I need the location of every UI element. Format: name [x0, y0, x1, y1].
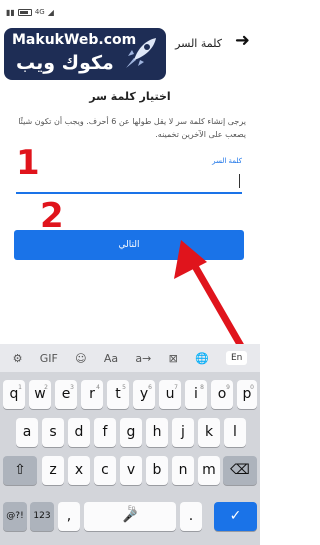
key-x[interactable]: x: [68, 456, 90, 485]
send-key[interactable]: ✓: [214, 502, 257, 531]
password-input[interactable]: [16, 164, 242, 194]
key-w[interactable]: w2: [29, 380, 51, 409]
space-key[interactable]: En 🎤: [84, 502, 176, 531]
period-key[interactable]: .: [180, 502, 202, 531]
key-n[interactable]: n: [172, 456, 194, 485]
key-m[interactable]: m: [198, 456, 220, 485]
key-k[interactable]: k: [198, 418, 220, 447]
battery-icon: [17, 8, 32, 16]
clipboard-icon[interactable]: ⊠: [169, 352, 178, 365]
key-f[interactable]: f: [94, 418, 116, 447]
translate-icon[interactable]: a→: [135, 352, 151, 365]
key-a[interactable]: a: [16, 418, 38, 447]
key-j[interactable]: j: [172, 418, 194, 447]
status-bar: ▮▮ 4G ◢: [0, 0, 260, 24]
space-language-label: En: [127, 505, 136, 512]
annotation-number-2: 2: [40, 196, 64, 236]
font-icon[interactable]: Aa: [104, 352, 118, 365]
page-description: يرجى إنشاء كلمة سر لا يقل طولها عن 6 أحر…: [18, 117, 246, 139]
key-u[interactable]: u7: [159, 380, 181, 409]
keyboard: q1 w2 e3 r4 t5 y6 u7 i8 o9 p0 a s d f g …: [0, 372, 260, 545]
emoji-icon[interactable]: ☺: [75, 352, 86, 365]
back-arrow-icon[interactable]: ➜: [235, 32, 250, 50]
key-l[interactable]: l: [224, 418, 246, 447]
keyboard-settings-icon[interactable]: ⚙: [13, 352, 23, 365]
language-en-button[interactable]: En: [225, 351, 248, 365]
key-y[interactable]: y6: [133, 380, 155, 409]
text-caret: [239, 174, 240, 188]
backspace-key[interactable]: ⌫: [223, 456, 257, 485]
app-bar-title: كلمة السر: [175, 37, 222, 50]
keyboard-toolbar: ⚙ GIF ☺ Aa a→ ⊠ 🌐 En: [0, 344, 260, 372]
key-i[interactable]: i8: [185, 380, 207, 409]
key-g[interactable]: g: [120, 418, 142, 447]
network-type: 4G: [34, 8, 45, 16]
symbols-key[interactable]: @?!: [3, 502, 27, 531]
key-z[interactable]: z: [42, 456, 64, 485]
key-s[interactable]: s: [42, 418, 64, 447]
logo-english-text: MakukWeb.com: [12, 32, 137, 48]
annotation-number-1: 1: [16, 143, 40, 183]
key-e[interactable]: e3: [55, 380, 77, 409]
key-p[interactable]: p0: [237, 380, 257, 409]
key-q[interactable]: q1: [3, 380, 25, 409]
key-t[interactable]: t5: [107, 380, 129, 409]
rocket-icon: [126, 38, 156, 68]
key-c[interactable]: c: [94, 456, 116, 485]
wifi-icon: ◢: [47, 7, 54, 17]
shift-key[interactable]: ⇧: [3, 456, 37, 485]
key-d[interactable]: d: [68, 418, 90, 447]
key-h[interactable]: h: [146, 418, 168, 447]
key-v[interactable]: v: [120, 456, 142, 485]
key-b[interactable]: b: [146, 456, 168, 485]
numbers-key[interactable]: 123: [30, 502, 54, 531]
globe-icon[interactable]: 🌐: [195, 352, 209, 365]
key-o[interactable]: o9: [211, 380, 233, 409]
logo-arabic-text: مكوك ويب: [16, 52, 114, 74]
watermark-logo: MakukWeb.com مكوك ويب: [4, 28, 166, 80]
comma-key[interactable]: ,: [58, 502, 80, 531]
key-r[interactable]: r4: [81, 380, 103, 409]
gif-icon[interactable]: GIF: [40, 352, 58, 365]
signal-icon: ▮▮: [6, 7, 15, 17]
page-heading: اختيار كلمة سر: [89, 90, 171, 103]
